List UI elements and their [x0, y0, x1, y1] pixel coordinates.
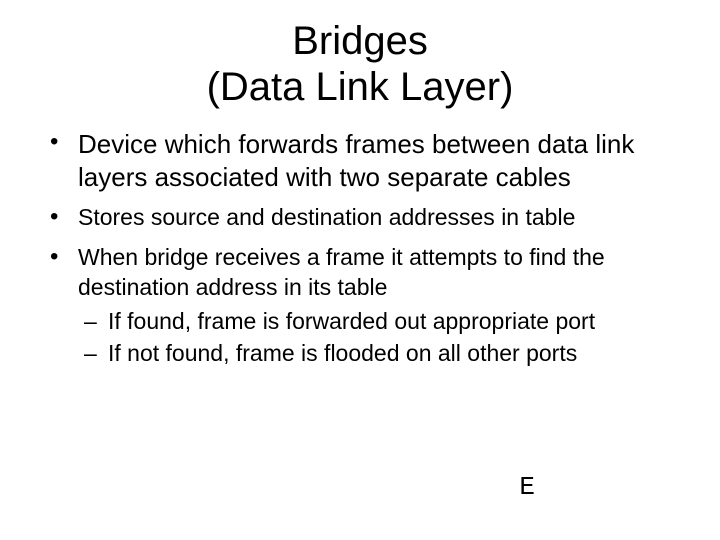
sub-bullet-1: If found, frame is forwarded out appropr… [78, 307, 680, 337]
sub-bullet-list: If found, frame is forwarded out appropr… [78, 307, 680, 369]
bullet-3: When bridge receives a frame it attempts… [40, 243, 680, 369]
slide: Bridges (Data Link Layer) Device which f… [0, 0, 720, 540]
title-line-1: Bridges [292, 19, 428, 63]
bullet-2-text: Stores source and destination addresses … [78, 204, 575, 230]
sub-bullet-2: If not found, frame is flooded on all ot… [78, 339, 680, 369]
title-line-2: (Data Link Layer) [207, 65, 514, 109]
slide-title: Bridges (Data Link Layer) [0, 0, 720, 110]
sub-bullet-1-text: If found, frame is forwarded out appropr… [108, 308, 595, 334]
bullet-3-text: When bridge receives a frame it attempts… [78, 244, 605, 300]
slide-body: Device which forwards frames between dat… [0, 110, 720, 368]
bullet-1-text: Device which forwards frames between dat… [78, 129, 634, 192]
footer-mark: E [519, 472, 535, 502]
sub-bullet-2-text: If not found, frame is flooded on all ot… [108, 340, 577, 366]
bullet-2: Stores source and destination addresses … [40, 203, 680, 233]
bullet-list: Device which forwards frames between dat… [40, 128, 680, 368]
bullet-1: Device which forwards frames between dat… [40, 128, 680, 193]
